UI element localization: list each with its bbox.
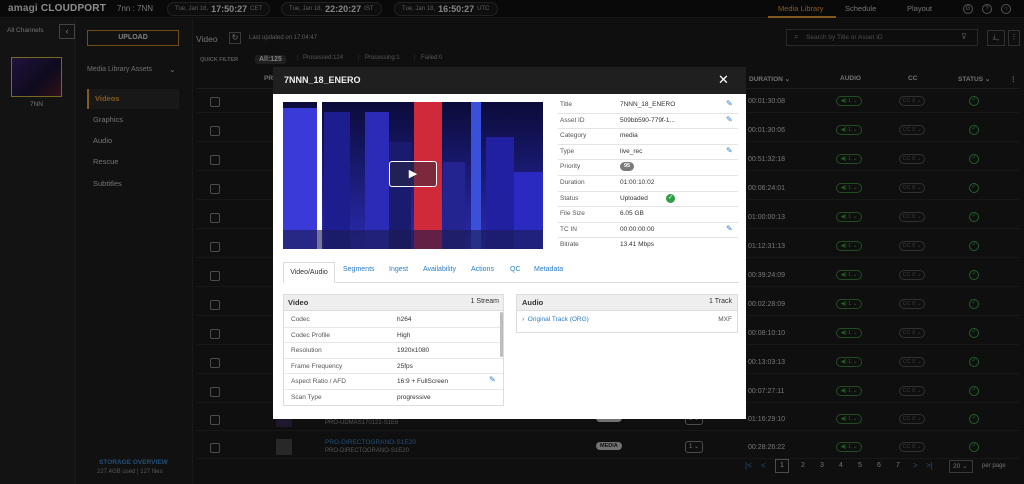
priority-badge: 95 (620, 162, 635, 172)
video-panel-header: Video 1 Stream (284, 295, 503, 311)
video-stream-panel: Video 1 Stream Codec h264 Codec Profile Hig… (283, 294, 504, 406)
tab-availability[interactable]: Availability (423, 266, 456, 273)
meta-row-duration: Duration 01:00:10:02 (558, 176, 738, 192)
meta-row-type: Type live_rec ✎ (558, 145, 738, 161)
audio-track-panel: Audio 1 Track › Original Track (ORG) MXF (516, 294, 738, 333)
video-prop-row: Resolution 1920x1080 (284, 343, 503, 359)
tab-actions[interactable]: Actions (471, 266, 494, 273)
video-prop-row: Scan Type progressive (291, 393, 431, 401)
meta-row-bitrate: Bitrate 13.41 Mbps (560, 241, 654, 249)
tab-ingest[interactable]: Ingest (389, 266, 408, 273)
video-prop-row: Codec h264 (284, 312, 503, 328)
video-prop-row: Aspect Ratio / AFD 16:9 + FullScreen ✎ (284, 374, 503, 390)
tab-segments[interactable]: Segments (343, 266, 375, 273)
meta-row-tc-in: TC IN 00:00:00:00 ✎ (558, 223, 738, 239)
video-prop-row: Codec Profile High (284, 328, 503, 343)
video-panel-scrollbar[interactable] (500, 312, 503, 357)
meta-row-asset-id: Asset ID 509bb590-779f-1... ✎ (558, 114, 738, 130)
meta-row-category: Category media (558, 129, 738, 145)
audio-track-format: MXF (718, 316, 732, 323)
modal-title: 7NNN_18_ENERO (284, 75, 361, 85)
tab-qc[interactable]: QC (510, 266, 521, 273)
edit-icon[interactable]: ✎ (726, 115, 733, 124)
asset-details-modal: 7NNN_18_ENERO ✕ ▶ Title 7NNN_18_ENERO ✎ … (273, 67, 746, 419)
tab-metadata[interactable]: Metadata (534, 266, 563, 273)
check-circle-icon: ✓ (666, 193, 675, 203)
meta-row-file-size: File Size 6.05 GB (558, 207, 738, 223)
edit-icon[interactable]: ✎ (726, 224, 733, 233)
video-prop-row: Frame Frequency 25fps (284, 359, 503, 374)
edit-icon[interactable]: ✎ (489, 375, 496, 384)
meta-row-priority: Priority 95 (558, 160, 738, 176)
play-button[interactable]: ▶ (389, 161, 437, 187)
chevron-right-icon: › (522, 316, 525, 323)
meta-row-title: Title 7NNN_18_ENERO ✎ (558, 98, 738, 114)
tab-video-audio[interactable]: Video/Audio (283, 262, 335, 283)
close-icon[interactable]: ✕ (718, 72, 729, 88)
meta-row-status: Status Uploaded ✓ (558, 192, 738, 208)
audio-panel-header: Audio 1 Track (517, 295, 737, 311)
audio-track-link[interactable]: › Original Track (ORG) (522, 316, 589, 323)
edit-icon[interactable]: ✎ (726, 146, 733, 155)
edit-icon[interactable]: ✎ (726, 99, 733, 108)
